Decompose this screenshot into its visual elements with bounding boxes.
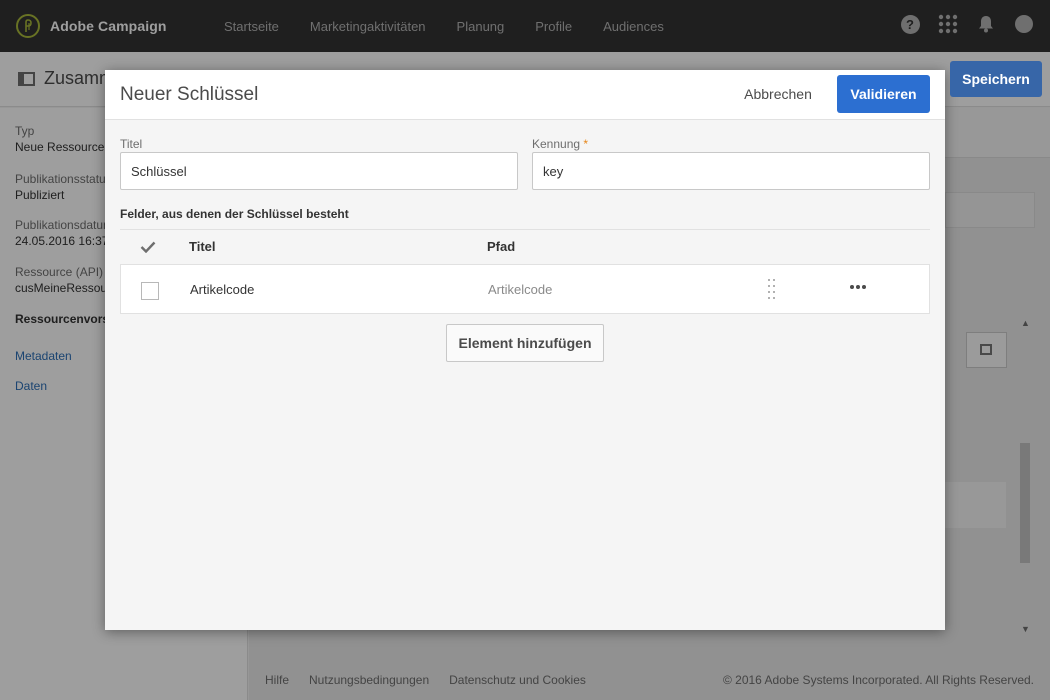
cancel-button[interactable]: Abbrechen [733,78,823,110]
more-options-icon[interactable] [850,285,868,289]
column-header-title[interactable]: Titel [189,239,216,254]
table-row[interactable]: Artikelcode Artikelcode [120,264,930,314]
key-fields-table-header: Titel Pfad [120,229,930,264]
row-title: Artikelcode [190,282,255,297]
select-all-check-icon[interactable] [140,240,156,254]
id-input[interactable] [532,152,930,190]
drag-handle-icon[interactable] [768,279,776,299]
validate-button[interactable]: Validieren [837,75,930,113]
key-fields-section-title: Felder, aus denen der Schlüssel besteht [120,207,349,221]
column-header-path[interactable]: Pfad [487,239,515,254]
save-button[interactable]: Speichern [950,61,1042,97]
id-field-label-text: Kennung [532,137,581,151]
new-key-dialog: Neuer Schlüssel Abbrechen Validieren Tit… [105,70,945,630]
title-field-label: Titel [120,137,143,151]
dialog-header: Neuer Schlüssel Abbrechen Validieren [105,70,945,120]
row-checkbox[interactable] [141,282,159,300]
add-element-button[interactable]: Element hinzufügen [446,324,604,362]
id-field-label: Kennung * [532,137,588,151]
required-marker: * [583,137,589,151]
title-input[interactable] [120,152,518,190]
dialog-title: Neuer Schlüssel [120,84,259,105]
row-path: Artikelcode [488,282,553,297]
